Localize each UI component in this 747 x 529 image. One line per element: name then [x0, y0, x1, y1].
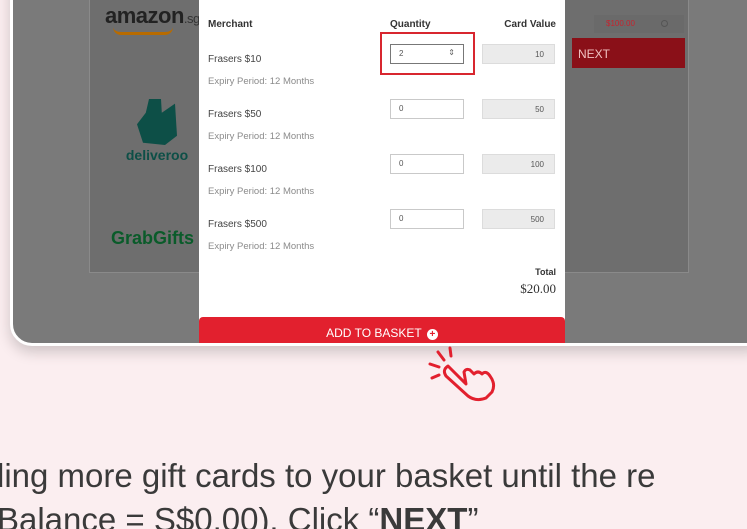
caption-line-1: ding more gift cards to your basket unti…	[0, 457, 656, 494]
caption-line-2-text: (Balance = S$0.00). Click “	[0, 501, 380, 529]
tablet-screen: amazon.sg deliveroo GrabGifts $100.00 NE…	[10, 0, 747, 346]
add-to-basket-label: ADD TO BASKET	[326, 326, 422, 340]
header-quantity: Quantity	[390, 19, 431, 30]
row-expiry: Expiry Period: 12 Months	[208, 241, 315, 252]
quantity-value: 0	[399, 214, 404, 223]
card-value-field: 500	[482, 209, 555, 229]
quantity-value: 0	[399, 104, 404, 113]
card-value-field: 50	[482, 99, 555, 119]
info-icon	[661, 20, 668, 27]
deliveroo-logo[interactable]: deliveroo	[117, 99, 197, 163]
total-value: $20.00	[520, 281, 556, 296]
amazon-logo-suffix: .sg	[183, 11, 200, 26]
side-price: $100.00	[594, 15, 684, 33]
quantity-input[interactable]: 0	[390, 99, 464, 119]
caption-line-2-end: ”	[467, 501, 479, 529]
plus-circle-icon: +	[426, 329, 438, 340]
instruction-caption: ding more gift cards to your basket unti…	[0, 454, 747, 529]
header-card-value: Card Value	[504, 19, 556, 30]
caption-line-2: (Balance = S$0.00). Click “NEXT”	[0, 498, 747, 529]
total-label: Total	[535, 267, 556, 277]
row-merchant-name: Frasers $10	[208, 54, 262, 65]
quantity-highlight-box	[380, 32, 475, 75]
card-value-field: 100	[482, 154, 555, 174]
grabgifts-logo[interactable]: GrabGifts	[111, 228, 194, 249]
next-button[interactable]: NEXT	[572, 38, 685, 68]
quantity-input[interactable]: 0	[390, 209, 464, 229]
quantity-input[interactable]: 0	[390, 154, 464, 174]
row-expiry: Expiry Period: 12 Months	[208, 131, 315, 142]
row-merchant-name: Frasers $50	[208, 109, 262, 120]
next-button-label: NEXT	[578, 47, 611, 61]
amazon-smile-icon	[113, 27, 173, 35]
add-to-basket-button[interactable]: ADD TO BASKET +	[199, 317, 565, 343]
row-expiry: Expiry Period: 12 Months	[208, 186, 315, 197]
row-expiry: Expiry Period: 12 Months	[208, 76, 315, 87]
deliveroo-kangaroo-icon	[137, 99, 177, 145]
amazon-logo[interactable]: amazon.sg	[105, 3, 200, 35]
caption-next-emphasis: NEXT	[379, 501, 468, 529]
quantity-value: 0	[399, 159, 404, 168]
row-merchant-name: Frasers $100	[208, 164, 267, 175]
side-price-text: $100.00	[606, 19, 635, 28]
gift-card-modal: Merchant Quantity Card Value Frasers $10…	[199, 0, 565, 343]
deliveroo-logo-text: deliveroo	[125, 147, 189, 163]
card-value-field: 10	[482, 44, 555, 64]
amazon-logo-text: amazon	[105, 3, 184, 28]
header-merchant: Merchant	[208, 19, 253, 30]
row-merchant-name: Frasers $500	[208, 219, 267, 230]
pointing-hand-icon	[428, 346, 496, 402]
